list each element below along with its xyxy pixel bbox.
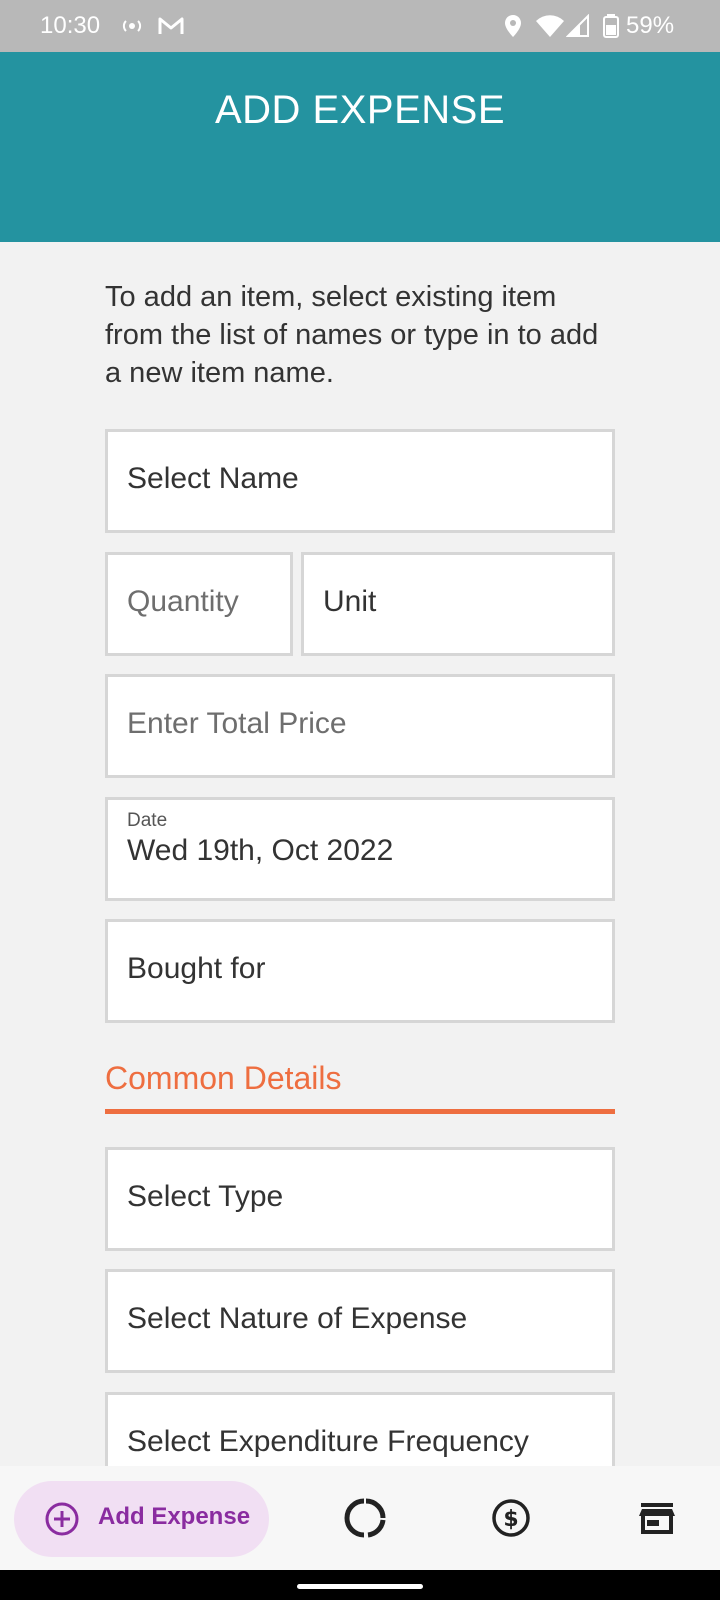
quantity-placeholder: Quantity [127,585,239,618]
add-circle-icon [44,1501,80,1542]
date-label: Date [127,810,168,831]
wifi-icon [536,14,564,43]
gmail-icon [158,14,184,43]
select-type-field[interactable]: Select Type [105,1147,615,1251]
svg-text:$: $ [503,1507,518,1532]
unit-value: Unit [323,585,377,618]
total-price-input[interactable]: Enter Total Price [105,674,615,778]
bought-for-value: Bought for [127,952,266,985]
common-details-title: Common Details [105,1060,342,1096]
total-price-placeholder: Enter Total Price [127,707,347,740]
dollar-circle-icon: $ [489,1499,533,1544]
location-icon [503,14,523,43]
nature-of-expense-value: Select Nature of Expense [127,1302,468,1335]
date-value: Wed 19th, Oct 2022 [127,834,394,867]
bottom-nav: Add Expense $ [0,1466,720,1570]
unit-field[interactable]: Unit [301,552,615,656]
select-name-field[interactable]: Select Name [105,429,615,533]
signal-icon [565,13,590,43]
donut-chart-icon [344,1498,388,1544]
nav-add-expense-label: Add Expense [98,1503,251,1530]
select-name-value: Select Name [127,462,299,495]
nav-budget-button[interactable]: $ [489,1496,533,1540]
intro-text: To add an item, select existing item fro… [105,281,599,389]
nav-reports-button[interactable] [344,1496,388,1540]
select-type-value: Select Type [127,1180,284,1213]
status-time: 10:30 [40,12,101,39]
nav-add-expense-button[interactable]: Add Expense [14,1481,269,1557]
quantity-input[interactable]: Quantity [105,552,293,656]
battery-percent: 59% [626,12,675,39]
nav-store-button[interactable] [635,1496,679,1540]
status-bar: 10:30 59% [0,0,720,52]
gesture-bar [0,1570,720,1600]
battery-icon [603,14,619,43]
store-icon [635,1503,679,1544]
page-title: ADD EXPENSE [214,88,506,132]
nature-of-expense-field[interactable]: Select Nature of Expense [105,1269,615,1373]
expenditure-frequency-value: Select Expenditure Frequency [127,1425,529,1458]
app-header: ADD EXPENSE [0,52,720,242]
date-field[interactable]: Date Wed 19th, Oct 2022 [105,797,615,901]
bought-for-field[interactable]: Bought for [105,919,615,1023]
home-gesture-handle[interactable] [297,1584,423,1589]
section-divider [105,1109,615,1114]
radio-icon [120,14,144,43]
